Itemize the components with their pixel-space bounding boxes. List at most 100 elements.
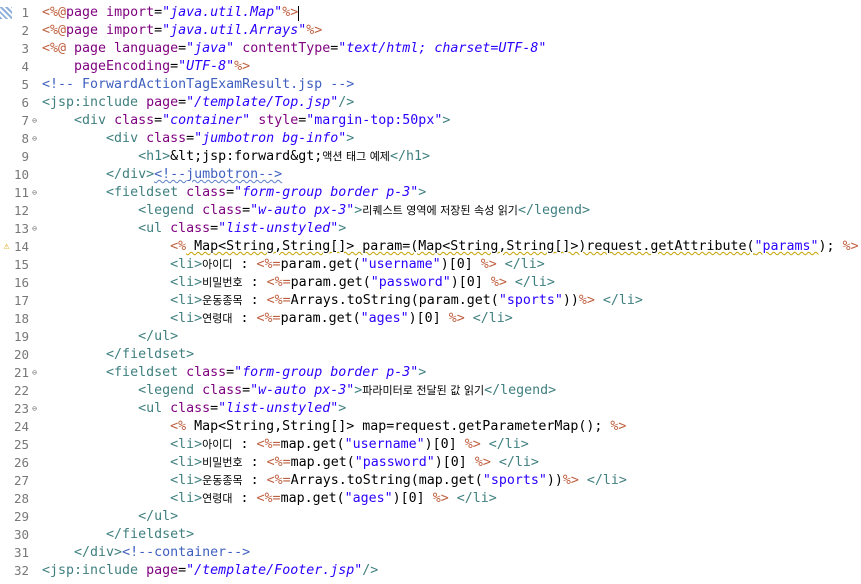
code-area[interactable]: <%@page import="java.util.Map"%> <%@page … — [42, 0, 861, 584]
code-token: "ages" — [344, 491, 393, 506]
code-token: page — [146, 95, 179, 110]
line-number: 29 — [13, 509, 29, 524]
code-token: = — [210, 221, 219, 236]
code-token: class — [170, 401, 211, 416]
fold-collapse-icon[interactable]: ⊖ — [30, 184, 39, 202]
code-token: = — [154, 23, 163, 38]
code-token: <legend — [138, 383, 203, 398]
code-token: <%= — [256, 491, 281, 506]
fold-collapse-icon[interactable]: ⊖ — [30, 112, 39, 130]
fold-collapse-icon[interactable]: ⊖ — [30, 400, 39, 418]
code-token: : — [232, 311, 257, 326]
code-token: %> — [432, 491, 449, 506]
code-token: <%@ — [42, 23, 67, 38]
line-number: 1 — [21, 5, 29, 20]
code-token: > — [418, 185, 427, 200]
code-token: 운동종목 — [202, 474, 243, 487]
code-token: > — [338, 221, 347, 236]
code-token: class — [114, 113, 155, 128]
code-token: pageEncoding — [74, 59, 171, 74]
code-token: </li> — [488, 437, 529, 452]
code-token: %> — [562, 473, 579, 488]
code-token: Arrays.toString(map.get( — [290, 473, 483, 488]
code-token: <li> — [170, 293, 203, 308]
line-number: 28 — [13, 491, 29, 506]
code-token: </fieldset> — [106, 347, 195, 362]
code-token: </ul> — [138, 329, 179, 344]
code-token: > — [338, 401, 347, 416]
code-token: class — [186, 185, 227, 200]
gutter-divider — [38, 0, 39, 584]
code-token: > — [442, 113, 451, 128]
code-token: = — [178, 563, 187, 578]
code-token: <%= — [266, 455, 291, 470]
code-token: = — [178, 41, 187, 56]
line-number: 27 — [13, 473, 29, 488]
code-line: <ul class="list-unstyled"> — [42, 220, 346, 238]
line-number: 11 — [13, 185, 29, 200]
code-line: <li>운동종목 : <%=Arrays.toString(map.get("s… — [42, 472, 627, 490]
code-token: <%= — [266, 293, 291, 308]
code-token: = — [226, 185, 235, 200]
code-token: param.get( — [280, 257, 361, 272]
code-token: </li> — [498, 455, 539, 470]
line-number: 6 — [21, 95, 29, 110]
code-token: <li> — [170, 275, 203, 290]
code-line: </ul> — [42, 508, 178, 526]
code-line: <fieldset class="form-group border p-3"> — [42, 364, 426, 382]
code-token: </h1> — [389, 149, 430, 164]
code-token: : — [242, 275, 267, 290]
code-token: )[0] — [440, 257, 481, 272]
code-token: "ages" — [360, 311, 409, 326]
code-token: 운동종목 — [202, 294, 243, 307]
code-line: <% Map<String,String[]> map=request.getP… — [42, 418, 626, 436]
code-token: class — [146, 131, 187, 146]
code-token: <% — [170, 239, 187, 254]
code-line: </ul> — [42, 328, 178, 346]
code-line: </div><!--container--> — [42, 544, 250, 562]
line-number: 8 — [21, 131, 29, 146]
code-token: = — [186, 131, 195, 146]
line-number: 19 — [13, 329, 29, 344]
overview-ruler — [0, 0, 12, 584]
warning-icon[interactable]: ⚠ — [1, 238, 12, 256]
code-token: 연령대 — [202, 312, 233, 325]
code-token: )[0] — [450, 275, 491, 290]
code-token: "password" — [370, 275, 451, 290]
code-token: </li> — [602, 293, 643, 308]
fold-collapse-icon[interactable]: ⊖ — [30, 130, 39, 148]
code-token: <li> — [170, 437, 203, 452]
code-token: "java" — [186, 41, 235, 56]
fold-collapse-icon[interactable]: ⊖ — [30, 220, 39, 238]
code-editor[interactable]: 1 2 3 4 5 6 7 ⊖ 8 ⊖ 9 10 11 ⊖ 12 13 ⊖ 14 ⚠ 15 16 17 18 19 20 21 ⊖ 2… — [0, 0, 861, 584]
line-number: 17 — [13, 293, 29, 308]
code-token: "form-group border p-3" — [234, 365, 419, 380]
line-number: 25 — [13, 437, 29, 452]
code-token: </li> — [456, 491, 497, 506]
code-token: %> — [306, 23, 323, 38]
fold-collapse-icon[interactable]: ⊖ — [30, 364, 39, 382]
code-token: </li> — [586, 473, 627, 488]
code-token: <legend — [138, 203, 203, 218]
code-line: <li>비밀번호 : <%=param.get("password")[0] %… — [42, 274, 555, 292]
code-token: </li> — [472, 311, 513, 326]
code-token: "container" — [162, 113, 251, 128]
code-token: = — [154, 113, 163, 128]
code-token: )[0] — [408, 311, 449, 326]
code-token: "sports" — [482, 473, 547, 488]
line-number: 20 — [13, 347, 29, 362]
code-token: <ul — [138, 401, 171, 416]
code-token: = — [226, 365, 235, 380]
